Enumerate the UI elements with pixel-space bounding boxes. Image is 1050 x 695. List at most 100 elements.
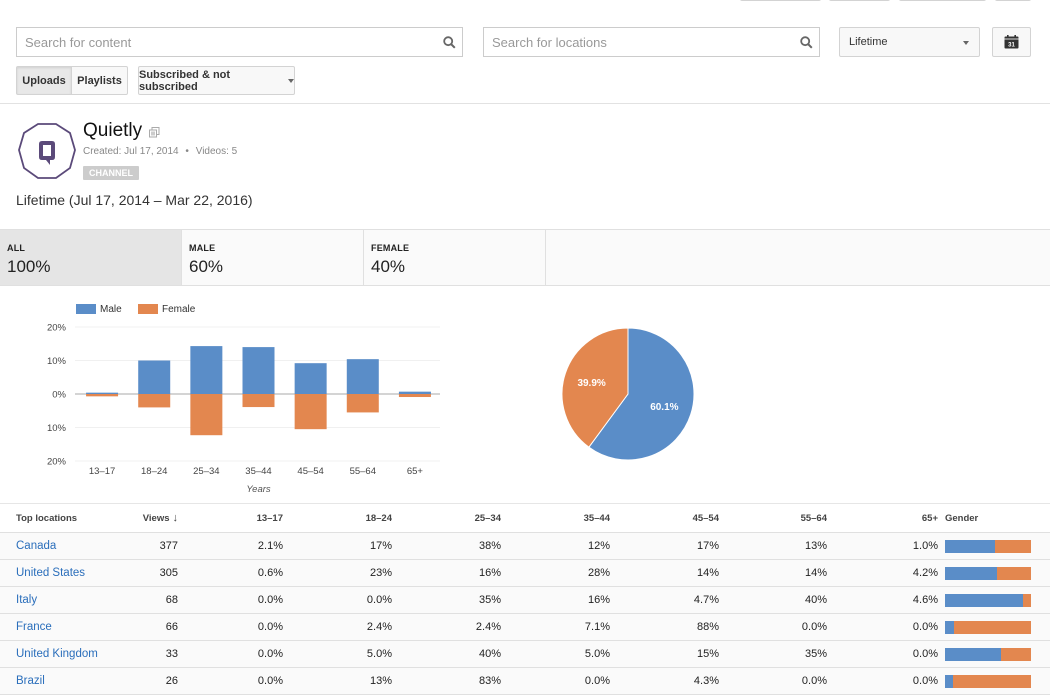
bar-female bbox=[190, 394, 223, 436]
location-link[interactable]: France bbox=[16, 621, 52, 633]
age-gender-bar-chart: 20% 10% 0% 10% 20% Male Female 13–17 18–24 25–34 3… bbox=[0, 290, 470, 500]
age-percent-cell: 0.0% bbox=[501, 667, 610, 695]
gender-cell bbox=[938, 640, 1050, 668]
gender-bar bbox=[945, 593, 1031, 607]
col-header-gender: Gender bbox=[938, 503, 1050, 533]
age-percent-cell: 4.2% bbox=[827, 559, 938, 587]
gender-bar bbox=[945, 566, 1031, 580]
gender-bar-male bbox=[945, 566, 998, 580]
locations-search-input[interactable] bbox=[484, 28, 793, 56]
legend-swatch-female bbox=[138, 304, 158, 314]
x-axis-label: Years bbox=[246, 484, 271, 495]
col-header-views[interactable]: Views ↓ bbox=[120, 503, 178, 533]
uploads-tab[interactable]: Uploads bbox=[16, 66, 72, 95]
gender-bar-male bbox=[945, 674, 953, 688]
age-percent-cell: 14% bbox=[719, 559, 827, 587]
age-percent-cell: 0.0% bbox=[719, 613, 827, 641]
age-percent-cell: 4.6% bbox=[827, 586, 938, 614]
bar-female bbox=[242, 394, 275, 408]
location-link[interactable]: United Kingdom bbox=[16, 648, 98, 660]
views-cell: 66 bbox=[120, 613, 178, 641]
table-row: Brazil 26 0.0% 13% 83% 0.0% 4.3% 0.0% 0.0% bbox=[0, 667, 1050, 695]
subscription-filter-label: Subscribed & not subscribed bbox=[139, 68, 231, 93]
location-link[interactable]: Brazil bbox=[16, 675, 45, 687]
gender-cell bbox=[938, 667, 1050, 695]
channel-name[interactable]: Quietly bbox=[83, 120, 142, 142]
top-button-stub[interactable] bbox=[740, 0, 821, 1]
age-percent-cell: 28% bbox=[501, 559, 610, 587]
age-percent-cell: 13% bbox=[719, 532, 827, 560]
x-tick-label: 25–34 bbox=[193, 466, 219, 477]
location-cell: Italy bbox=[0, 586, 120, 614]
location-link[interactable]: Italy bbox=[16, 594, 37, 606]
col-header-age[interactable]: 55–64 bbox=[719, 503, 827, 533]
bar-male bbox=[294, 363, 327, 394]
gender-cell bbox=[938, 586, 1050, 614]
age-percent-cell: 15% bbox=[610, 640, 719, 668]
playlists-tab[interactable]: Playlists bbox=[71, 66, 128, 95]
segment-value: 40% bbox=[371, 257, 406, 276]
bar-male bbox=[398, 391, 431, 394]
views-header-label: Views bbox=[142, 513, 170, 524]
segment-value: 100% bbox=[7, 257, 51, 276]
col-header-age[interactable]: 35–44 bbox=[501, 503, 610, 533]
period-select-value: Lifetime bbox=[849, 36, 888, 48]
age-percent-cell: 17% bbox=[283, 532, 392, 560]
y-tick-label: 0% bbox=[52, 390, 66, 401]
segment-label: MALE bbox=[189, 243, 216, 253]
gender-cell bbox=[938, 559, 1050, 587]
age-percent-cell: 2.1% bbox=[178, 532, 283, 560]
calendar-button[interactable]: 31 bbox=[992, 27, 1031, 57]
content-search-input[interactable] bbox=[17, 28, 436, 56]
age-percent-cell: 4.7% bbox=[610, 586, 719, 614]
top-button-stub[interactable] bbox=[995, 0, 1031, 1]
external-link-icon[interactable] bbox=[149, 126, 160, 138]
col-header-age[interactable]: 65+ bbox=[827, 503, 938, 533]
age-percent-cell: 35% bbox=[719, 640, 827, 668]
period-select[interactable]: Lifetime bbox=[839, 27, 980, 57]
search-icon[interactable] bbox=[793, 35, 819, 49]
location-cell: United Kingdom bbox=[0, 640, 120, 668]
age-percent-cell: 2.4% bbox=[283, 613, 392, 641]
gender-cell bbox=[938, 532, 1050, 560]
location-link[interactable]: Canada bbox=[16, 540, 56, 552]
bar-female bbox=[138, 394, 171, 408]
channel-logo bbox=[18, 123, 76, 179]
segment-male[interactable]: MALE 60% bbox=[182, 230, 364, 285]
legend-label-male: Male bbox=[100, 304, 122, 315]
col-header-age[interactable]: 18–24 bbox=[283, 503, 392, 533]
age-percent-cell: 16% bbox=[392, 559, 501, 587]
age-percent-cell: 12% bbox=[501, 532, 610, 560]
gender-cell bbox=[938, 613, 1050, 641]
x-tick-label: 55–64 bbox=[350, 466, 376, 477]
segment-label: FEMALE bbox=[371, 243, 410, 253]
meta-separator: • bbox=[185, 146, 189, 157]
x-tick-label: 13–17 bbox=[89, 466, 115, 477]
views-cell: 26 bbox=[120, 667, 178, 695]
subscription-filter-dropdown[interactable]: Subscribed & not subscribed bbox=[138, 66, 295, 95]
col-header-age[interactable]: 25–34 bbox=[392, 503, 501, 533]
col-header-age[interactable]: 45–54 bbox=[610, 503, 719, 533]
location-link[interactable]: United States bbox=[16, 567, 85, 579]
gender-bar-female bbox=[997, 566, 1031, 580]
top-button-stub[interactable] bbox=[829, 0, 890, 1]
channel-title: Quietly bbox=[83, 120, 160, 142]
divider bbox=[0, 103, 1050, 104]
bar-female bbox=[346, 394, 379, 413]
table-row: France 66 0.0% 2.4% 2.4% 7.1% 88% 0.0% 0.0% bbox=[0, 613, 1050, 641]
segment-all[interactable]: ALL 100% bbox=[0, 230, 182, 285]
age-percent-cell: 1.0% bbox=[827, 532, 938, 560]
search-icon[interactable] bbox=[436, 35, 462, 49]
channel-videos: Videos: 5 bbox=[195, 146, 238, 157]
top-button-stub[interactable] bbox=[899, 0, 986, 1]
x-tick-label: 35–44 bbox=[245, 466, 271, 477]
age-percent-cell: 38% bbox=[392, 532, 501, 560]
age-percent-cell: 23% bbox=[283, 559, 392, 587]
segment-filler bbox=[546, 230, 1050, 285]
svg-text:31: 31 bbox=[1008, 43, 1015, 49]
segment-female[interactable]: FEMALE 40% bbox=[364, 230, 546, 285]
age-percent-cell: 40% bbox=[392, 640, 501, 668]
location-cell: Brazil bbox=[0, 667, 120, 695]
col-header-age[interactable]: 13–17 bbox=[178, 503, 283, 533]
age-percent-cell: 2.4% bbox=[392, 613, 501, 641]
